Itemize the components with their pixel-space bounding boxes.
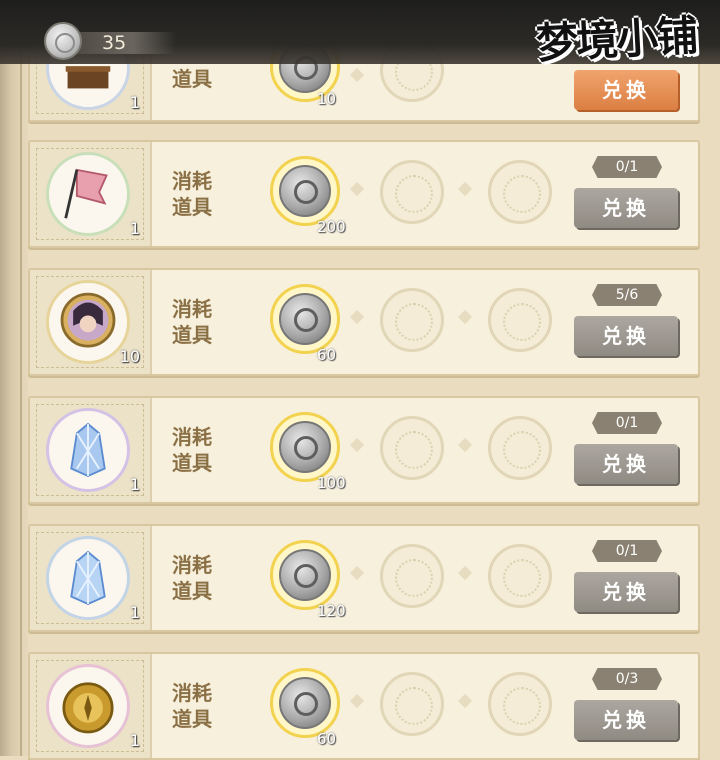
item-slot[interactable]: 1	[30, 398, 152, 502]
exchange-button[interactable]: 兑换	[574, 70, 678, 110]
shop-row: 1 消耗道具 100 0/1 兑换	[28, 396, 700, 504]
item-category-label: 消耗道具	[172, 169, 212, 219]
character-portrait-medallion-icon	[46, 280, 130, 364]
exchange-button[interactable]: 兑换	[574, 188, 678, 228]
item-slot[interactable]: 1	[30, 654, 152, 758]
item-quantity: 1	[129, 731, 140, 750]
golden-compass-icon	[46, 664, 130, 748]
exchange-button[interactable]: 兑换	[574, 316, 678, 356]
cost-coin-icon	[270, 412, 340, 482]
silver-coin-icon	[44, 22, 82, 60]
slot-separator	[457, 693, 473, 709]
empty-cost-slot	[488, 544, 552, 608]
empty-cost-slot	[380, 160, 444, 224]
shop-row: 1 消耗道具 120 0/1 兑换	[28, 524, 700, 632]
item-category-label: 消耗道具	[172, 553, 212, 603]
currency-count: 35	[102, 32, 127, 54]
cost-amount: 10	[317, 90, 337, 108]
cost-coin-icon	[270, 540, 340, 610]
purchase-limit-badge: 0/1	[592, 540, 662, 562]
shop-row: 1 消耗道具 200 0/1 兑换	[28, 140, 700, 248]
empty-cost-slot	[488, 416, 552, 480]
item-category-label: 道具	[172, 67, 212, 91]
purchase-limit-badge: 5/6	[592, 284, 662, 306]
currency-counter: 35	[44, 22, 176, 62]
exchange-button[interactable]: 兑换	[574, 444, 678, 484]
item-quantity: 10	[119, 347, 140, 366]
slot-separator	[457, 309, 473, 325]
empty-cost-slot	[488, 160, 552, 224]
cost-coin-icon	[270, 668, 340, 738]
item-quantity: 1	[129, 93, 140, 112]
exchange-button[interactable]: 兑换	[574, 700, 678, 740]
cost-amount: 200	[317, 218, 346, 236]
slot-separator	[349, 181, 365, 197]
cost-amount: 100	[317, 474, 346, 492]
item-slot[interactable]: 10	[30, 270, 152, 374]
cost-coin-icon	[270, 156, 340, 226]
red-flag-banner-icon	[46, 152, 130, 236]
cost-coin-icon	[270, 284, 340, 354]
blue-crystal-icon	[46, 536, 130, 620]
empty-cost-slot	[380, 416, 444, 480]
empty-cost-slot	[380, 288, 444, 352]
item-category-label: 消耗道具	[172, 297, 212, 347]
shop-title: 梦境小铺	[534, 10, 698, 69]
cost-amount: 120	[317, 602, 346, 620]
slot-separator	[349, 309, 365, 325]
purchase-limit-badge: 0/1	[592, 156, 662, 178]
purchase-limit-badge: 0/1	[592, 412, 662, 434]
item-slot[interactable]: 1	[30, 526, 152, 630]
shop-row: 1 消耗道具 60 0/3 兑换	[28, 652, 700, 760]
item-quantity: 1	[129, 475, 140, 494]
item-quantity: 1	[129, 219, 140, 238]
exchange-button[interactable]: 兑换	[574, 572, 678, 612]
slot-separator	[349, 437, 365, 453]
slot-separator	[349, 67, 365, 83]
cost-amount: 60	[317, 346, 337, 364]
blue-crystal-icon	[46, 408, 130, 492]
empty-cost-slot	[488, 288, 552, 352]
item-quantity: 1	[129, 603, 140, 622]
slot-separator	[457, 181, 473, 197]
slot-separator	[349, 565, 365, 581]
empty-cost-slot	[380, 672, 444, 736]
slot-separator	[457, 565, 473, 581]
cost-amount: 60	[317, 730, 337, 748]
empty-cost-slot	[380, 544, 444, 608]
empty-cost-slot	[488, 672, 552, 736]
left-frame-border	[0, 0, 28, 756]
slot-separator	[349, 693, 365, 709]
item-slot[interactable]: 1	[30, 142, 152, 246]
item-category-label: 消耗道具	[172, 425, 212, 475]
shop-row: 10 消耗道具 60 5/6 兑换	[28, 268, 700, 376]
slot-separator	[457, 437, 473, 453]
purchase-limit-badge: 0/3	[592, 668, 662, 690]
item-category-label: 消耗道具	[172, 681, 212, 731]
